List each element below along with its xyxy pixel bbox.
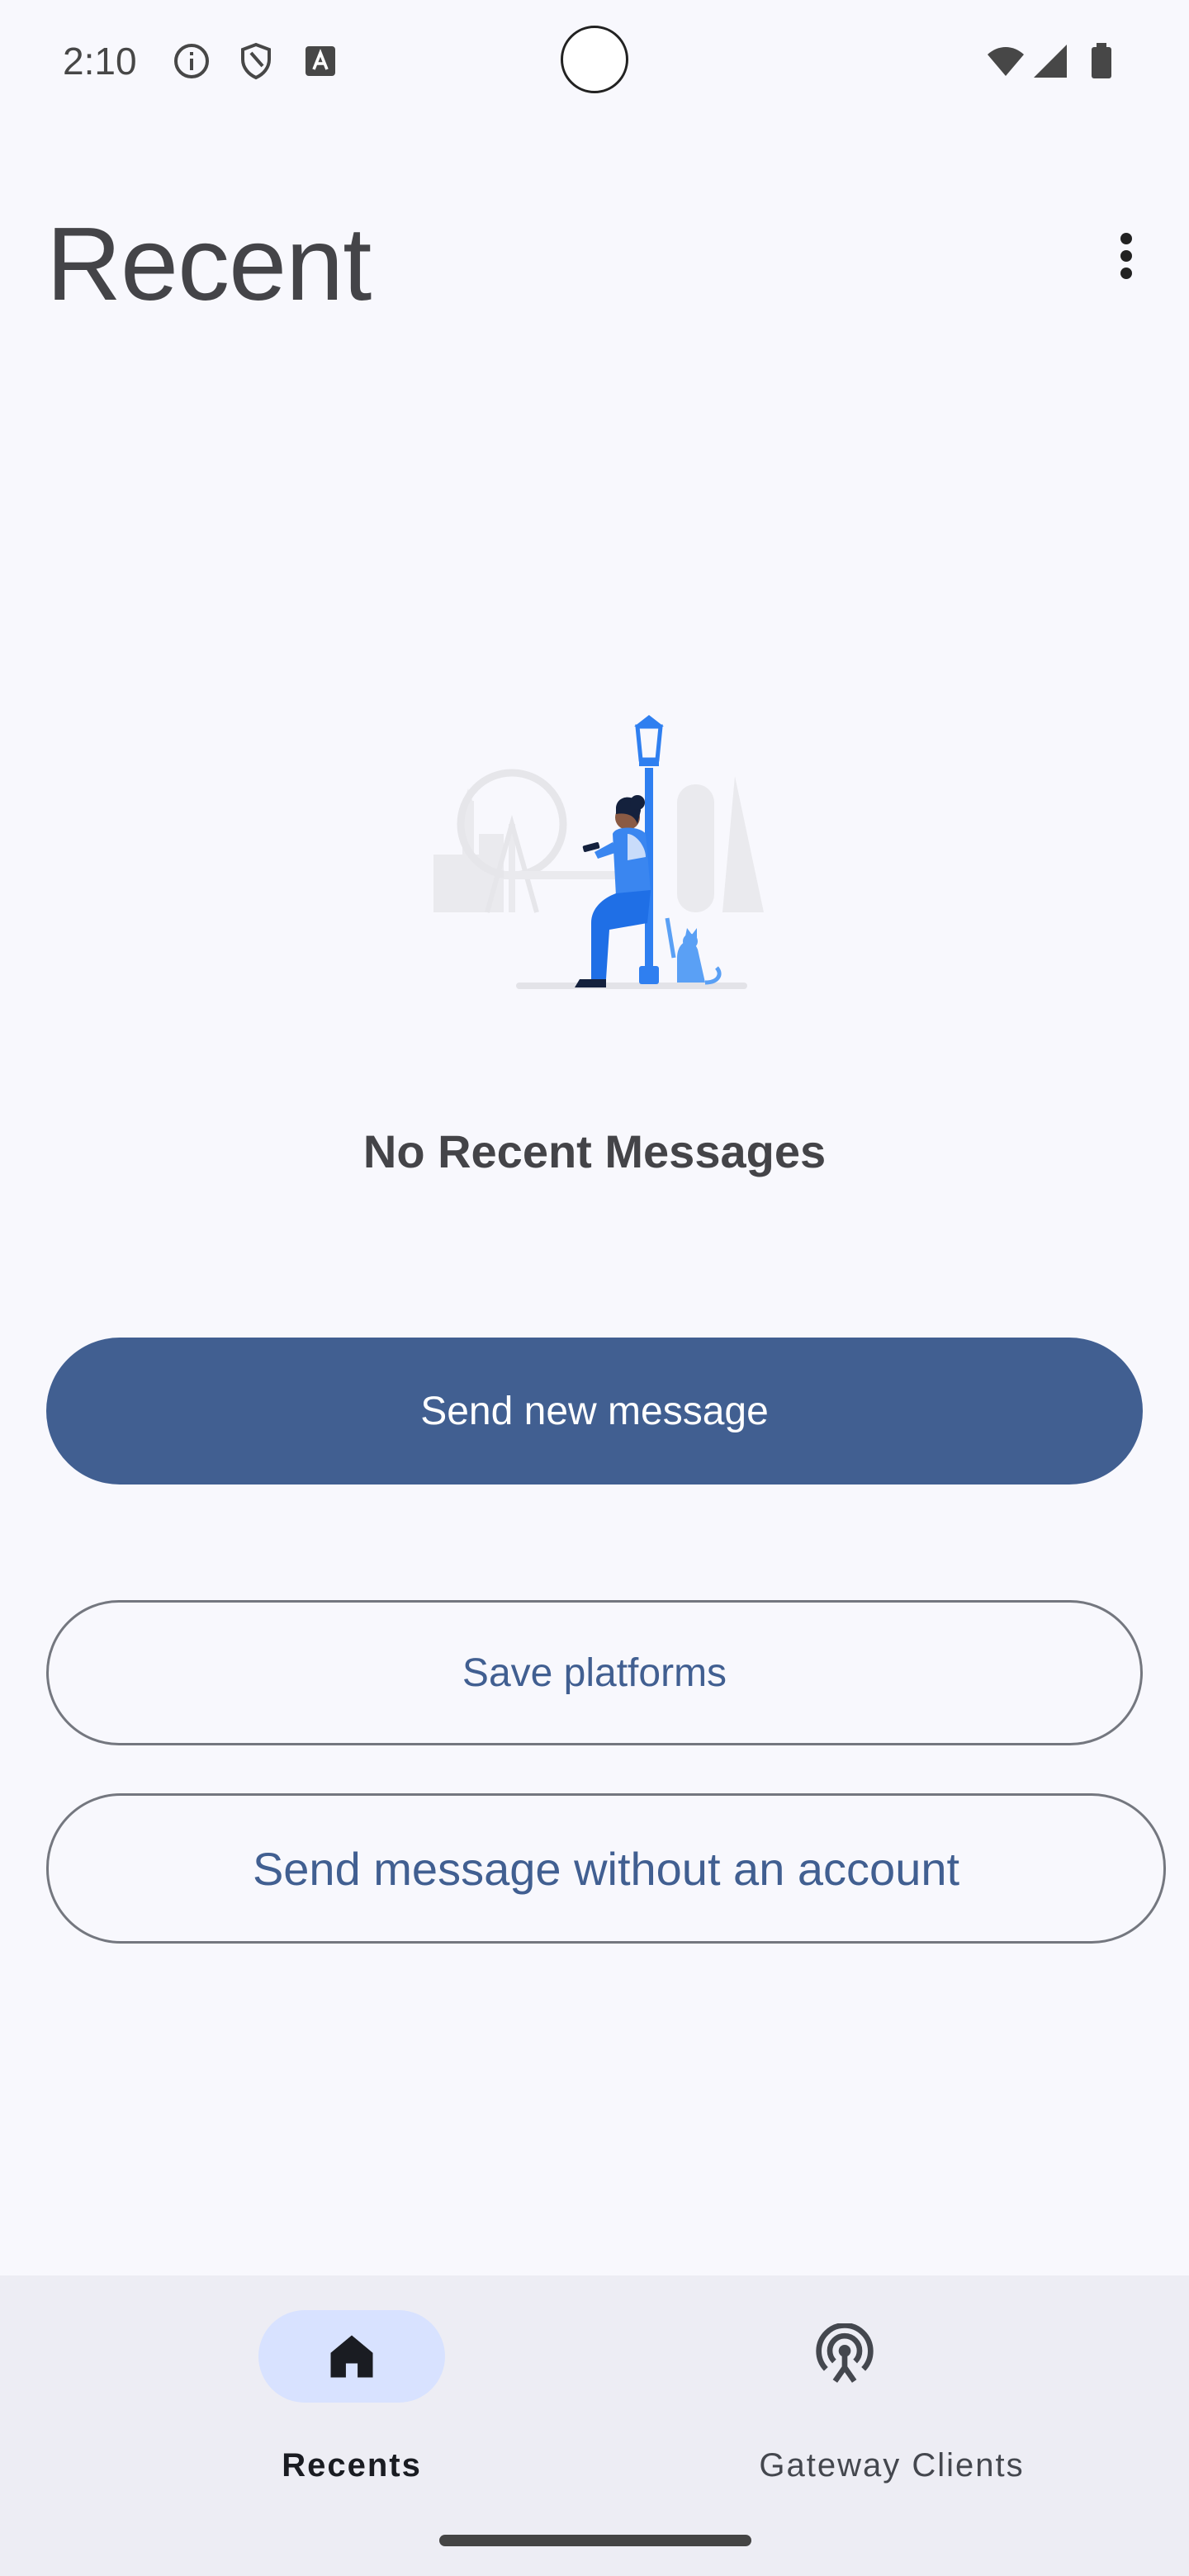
camera-cutout [561, 26, 628, 93]
shield-icon [241, 42, 271, 80]
send-without-account-button[interactable]: Send message without an account [46, 1793, 1166, 1944]
person-lamppost-illustration [433, 715, 764, 989]
info-icon [174, 44, 209, 78]
font-icon [306, 46, 335, 76]
wifi-icon [988, 47, 1024, 76]
nav-item-recents[interactable]: Recents [0, 2275, 594, 2490]
more-vert-icon [1120, 233, 1132, 244]
battery-icon [1092, 43, 1111, 78]
bottom-navigation: Recents Gateway Clients [0, 2275, 1189, 2576]
save-platforms-button[interactable]: Save platforms [46, 1600, 1143, 1745]
nav-label-gateway-clients: Gateway Clients [759, 2447, 1025, 2484]
signal-icon [1034, 45, 1067, 78]
empty-state-title: No Recent Messages [362, 1125, 827, 1177]
status-time: 2:10 [63, 40, 137, 83]
nav-icon-container [751, 2310, 938, 2403]
home-icon [330, 2335, 373, 2378]
more-options-button[interactable] [1103, 223, 1149, 289]
home-gesture-bar[interactable] [439, 2535, 751, 2546]
nav-item-gateway-clients[interactable]: Gateway Clients [594, 2275, 1189, 2490]
antenna-icon [816, 2323, 874, 2383]
nav-active-indicator [258, 2310, 445, 2403]
send-new-message-button[interactable]: Send new message [46, 1338, 1143, 1485]
page-title: Recent [46, 206, 372, 322]
